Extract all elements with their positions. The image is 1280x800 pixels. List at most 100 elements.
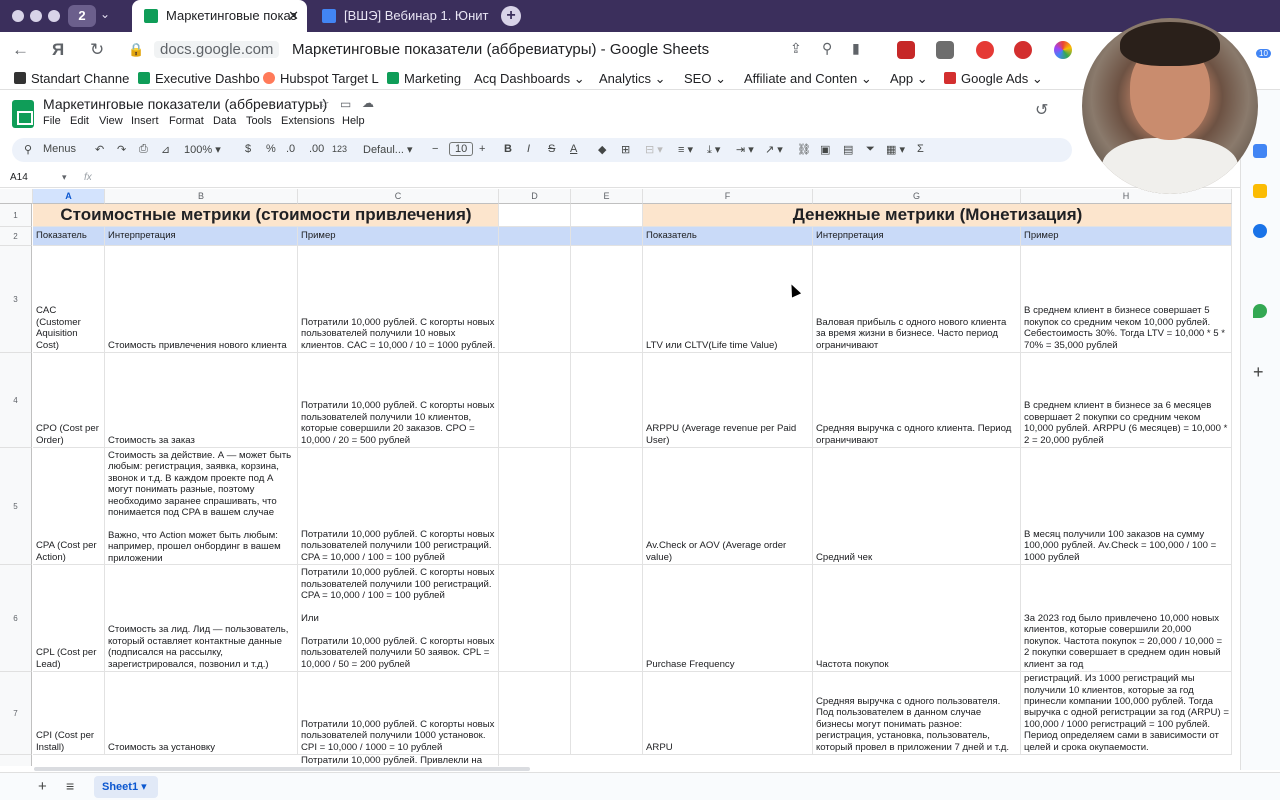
cell-col-title[interactable]: Пример bbox=[1021, 227, 1232, 246]
share-icon[interactable]: ⇪ bbox=[790, 40, 802, 57]
cell[interactable]: Средний чек bbox=[813, 448, 1021, 565]
cell[interactable]: Потратили 10,000 рублей. С когорты новых… bbox=[298, 353, 499, 448]
font-size-input[interactable]: 10 bbox=[449, 142, 474, 156]
comment-icon[interactable]: ▣ bbox=[820, 143, 830, 156]
cell[interactable]: Purchase Frequency bbox=[643, 565, 813, 672]
cell[interactable] bbox=[499, 353, 571, 448]
column-header-c[interactable]: C bbox=[298, 189, 499, 204]
cell[interactable] bbox=[499, 204, 571, 227]
currency-button[interactable]: $ bbox=[245, 143, 251, 155]
window-maximize-dot[interactable] bbox=[48, 10, 60, 22]
add-icon[interactable]: + bbox=[1253, 362, 1264, 383]
filter-icon[interactable]: ⏷ bbox=[866, 143, 875, 156]
row-header[interactable]: 5 bbox=[0, 448, 32, 565]
tasks-icon[interactable] bbox=[1253, 224, 1267, 238]
column-header-d[interactable]: D bbox=[499, 189, 571, 204]
bookmark-folder[interactable]: App ⌄ bbox=[890, 71, 928, 87]
cell[interactable]: ARPU bbox=[643, 672, 813, 755]
decrease-decimal-button[interactable]: .0 bbox=[286, 143, 295, 155]
cell[interactable]: За месяц мы привлекли когорту из 1000 ре… bbox=[1021, 672, 1232, 755]
cell[interactable]: CPI (Cost per Install) bbox=[33, 672, 105, 755]
calendar-icon[interactable] bbox=[1253, 144, 1267, 158]
cell[interactable] bbox=[571, 246, 643, 353]
cell[interactable]: Стоимость привлечения нового клиента bbox=[105, 246, 298, 353]
percent-button[interactable]: % bbox=[266, 143, 276, 155]
font-select[interactable]: Defaul... ▾ bbox=[363, 143, 413, 156]
column-header-f[interactable]: F bbox=[643, 189, 813, 204]
add-sheet-icon[interactable]: + bbox=[38, 778, 47, 795]
bookmark-item[interactable]: Executive Dashbo bbox=[138, 71, 260, 86]
cell[interactable] bbox=[571, 672, 643, 755]
bookmark-folder[interactable]: Acq Dashboards ⌄ bbox=[474, 71, 585, 87]
extension-bug-icon[interactable] bbox=[897, 41, 915, 59]
row-header[interactable]: 4 bbox=[0, 353, 32, 448]
cell-col-title[interactable]: Пример bbox=[298, 227, 499, 246]
column-header-g[interactable]: G bbox=[813, 189, 1021, 204]
borders-icon[interactable]: ⊞ bbox=[621, 143, 630, 156]
tab-group-count[interactable]: 2 bbox=[68, 5, 96, 27]
fill-color-icon[interactable]: ◆ bbox=[598, 143, 606, 156]
cell[interactable]: Средняя выручка с одного клиента. Период… bbox=[813, 353, 1021, 448]
text-rotation-icon[interactable]: ↗ ▾ bbox=[765, 143, 783, 156]
cell[interactable]: CAC (Customer Aquisition Cost) bbox=[33, 246, 105, 353]
menu-extensions[interactable]: Extensions bbox=[281, 115, 335, 127]
menu-file[interactable]: File bbox=[43, 115, 61, 127]
name-box[interactable]: A14 bbox=[10, 172, 28, 183]
number-format-button[interactable]: 123 bbox=[332, 144, 347, 154]
cell[interactable]: Стоимость за действие. А — может быть лю… bbox=[105, 448, 298, 565]
yandex-icon[interactable]: Я bbox=[52, 40, 64, 60]
cell[interactable]: В среднем клиент в бизнесе совершает 5 п… bbox=[1021, 246, 1232, 353]
cell[interactable] bbox=[571, 565, 643, 672]
paint-format-icon[interactable]: ⊿ bbox=[161, 143, 170, 156]
row-header[interactable] bbox=[0, 755, 32, 766]
cell[interactable]: Валовая прибыль с одного нового клиента … bbox=[813, 246, 1021, 353]
bookmark-item[interactable]: Standart Channe bbox=[14, 71, 129, 86]
cell[interactable] bbox=[571, 353, 643, 448]
cell[interactable]: LTV или CLTV(Life time Value) bbox=[643, 246, 813, 353]
undo-icon[interactable]: ↶ bbox=[95, 143, 104, 156]
menus-search[interactable]: Menus bbox=[43, 143, 76, 155]
document-title[interactable]: Маркетинговые показатели (аббревиатуры) bbox=[43, 96, 327, 112]
window-close-dot[interactable] bbox=[12, 10, 24, 22]
chart-icon[interactable]: ▤ bbox=[843, 143, 853, 156]
move-folder-icon[interactable]: ▭ bbox=[340, 97, 351, 111]
cell[interactable]: Частота покупок bbox=[813, 565, 1021, 672]
row-header[interactable]: 2 bbox=[0, 227, 32, 246]
cell[interactable] bbox=[499, 227, 571, 246]
link-icon[interactable]: ⛓ bbox=[797, 143, 811, 156]
reload-icon[interactable]: ↻ bbox=[90, 40, 104, 60]
lock-icon[interactable]: 🔒 bbox=[128, 42, 144, 58]
cell[interactable] bbox=[499, 246, 571, 353]
bookmark-folder[interactable]: Google Ads ⌄ bbox=[944, 71, 1043, 87]
filter-views-icon[interactable]: ▦ ▾ bbox=[886, 143, 905, 156]
star-icon[interactable]: ☆ bbox=[318, 96, 330, 112]
cell[interactable]: Стоимость за установку bbox=[105, 672, 298, 755]
cell[interactable]: CPO (Cost per Order) bbox=[33, 353, 105, 448]
merge-cells-icon[interactable]: ⊟ ▾ bbox=[645, 143, 663, 156]
functions-icon[interactable]: Σ bbox=[917, 143, 924, 155]
row-header[interactable]: 1 bbox=[0, 204, 32, 227]
horizontal-scrollbar[interactable] bbox=[34, 767, 530, 771]
history-icon[interactable]: ↺ bbox=[1035, 100, 1048, 120]
print-icon[interactable]: ⎙ bbox=[139, 143, 148, 156]
decrease-font-icon[interactable]: − bbox=[432, 143, 438, 155]
cell[interactable]: Потратили 10,000 рублей. С когорты новых… bbox=[298, 565, 499, 672]
cell[interactable]: Потратили 10,000 рублей. С когорты новых… bbox=[298, 448, 499, 565]
text-wrap-icon[interactable]: ⇥ ▾ bbox=[736, 143, 754, 156]
zoom-select[interactable]: 100% ▾ bbox=[184, 143, 221, 156]
url-field[interactable]: docs.google.com bbox=[154, 41, 280, 58]
redo-icon[interactable]: ↷ bbox=[117, 143, 126, 156]
cell-col-title[interactable]: Показатель bbox=[33, 227, 105, 246]
extension-pin-icon[interactable] bbox=[976, 41, 994, 59]
align-left-icon[interactable]: ≡ ▾ bbox=[678, 143, 693, 156]
select-all-corner[interactable] bbox=[0, 189, 33, 204]
cell[interactable]: Стоимость за заказ bbox=[105, 353, 298, 448]
cell[interactable]: В месяц получили 100 заказов на сумму 10… bbox=[1021, 448, 1232, 565]
cell[interactable] bbox=[571, 448, 643, 565]
cell-col-title[interactable]: Показатель bbox=[643, 227, 813, 246]
bookmark-folder[interactable]: Affiliate and Conten ⌄ bbox=[744, 71, 872, 87]
cell-header-cost-metrics[interactable]: Стоимостные метрики (стоимости привлечен… bbox=[33, 204, 499, 227]
window-minimize-dot[interactable] bbox=[30, 10, 42, 22]
chevron-down-icon[interactable]: ▾ bbox=[62, 172, 67, 183]
increase-decimal-button[interactable]: .00 bbox=[309, 143, 324, 155]
